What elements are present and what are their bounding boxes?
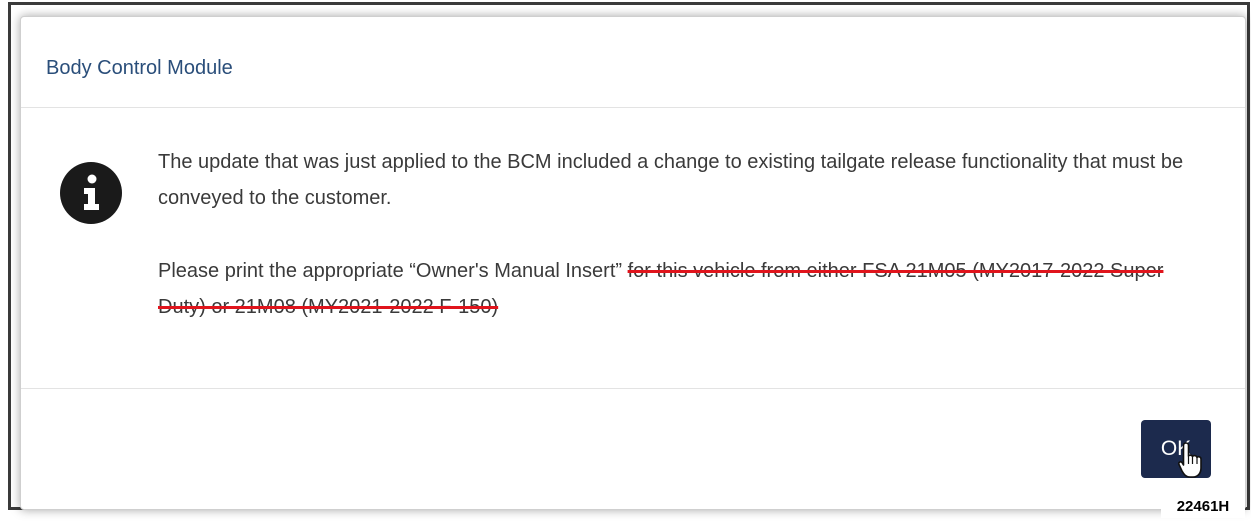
message-paragraph-2: Please print the appropriate “Owner's Ma…: [158, 253, 1205, 325]
dialog-title: Body Control Module: [46, 57, 233, 79]
message-paragraph-1: The update that was just applied to the …: [158, 151, 1184, 209]
hand-pointer-cursor-icon: [1177, 442, 1202, 478]
dialog-body: The update that was just applied to the …: [21, 108, 1245, 389]
info-circle-icon: [60, 162, 122, 224]
message-plain-text: Please print the appropriate “Owner's Ma…: [158, 260, 623, 282]
dialog-footer: OK: [21, 389, 1245, 509]
modal-dialog: Body Control Module The update that was …: [20, 16, 1246, 510]
dialog-header: Body Control Module: [21, 17, 1245, 108]
figure-label: 22461H: [1161, 496, 1245, 518]
